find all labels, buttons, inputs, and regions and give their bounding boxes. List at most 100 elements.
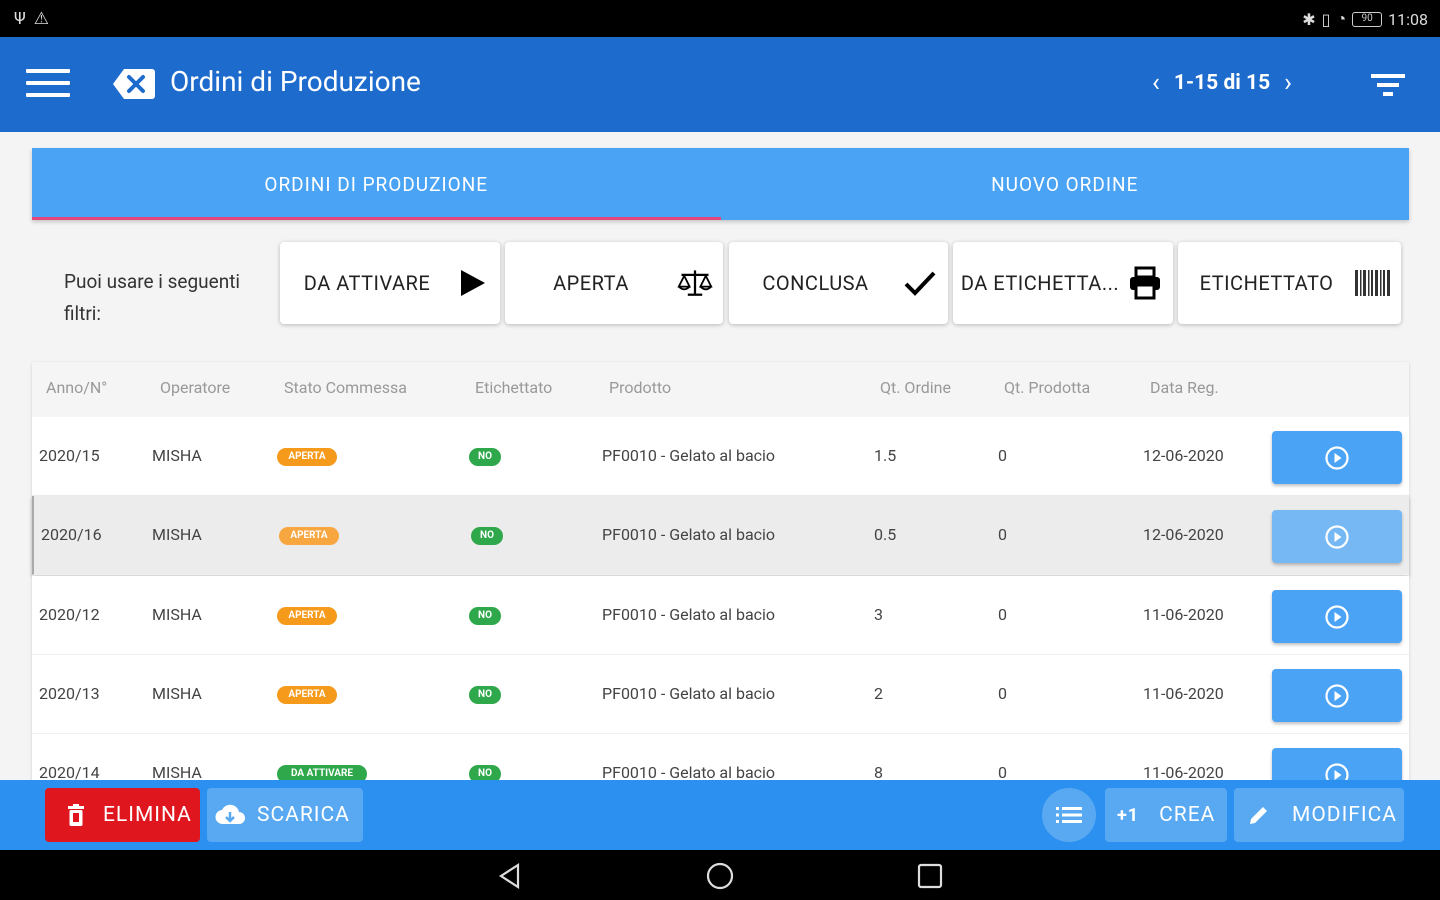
table-row[interactable]: 2020/16 MISHA APERTA NO PF0010 - Gelato … (32, 496, 1409, 575)
cell-data-reg: 12-06-2020 (1143, 525, 1224, 544)
cell-operatore: MISHA (152, 446, 202, 465)
tab-ordini-di-produzione[interactable]: ORDINI DI PRODUZIONE (32, 148, 721, 220)
check-icon (902, 265, 938, 301)
play-icon (454, 265, 490, 301)
filter-aperta-button[interactable]: APERTA (505, 242, 723, 324)
edit-label: MODIFICA (1292, 803, 1397, 827)
cell-prodotto: PF0010 - Gelato al bacio (602, 605, 776, 624)
cell-qt-prodotta: 0 (998, 446, 1007, 465)
start-order-button[interactable] (1272, 669, 1402, 722)
filter-da-etichettare-button[interactable]: DA ETICHETTA... (953, 242, 1173, 324)
cell-anno: 2020/13 (39, 684, 100, 703)
table-row[interactable]: 2020/14 MISHA DA ATTIVARE NO PF0010 - Ge… (32, 734, 1409, 780)
bluetooth-icon: ✱ (1302, 9, 1316, 29)
table-row[interactable]: 2020/12 MISHA APERTA NO PF0010 - Gelato … (32, 576, 1409, 655)
cell-anno: 2020/12 (39, 605, 100, 624)
play-circle-icon (1325, 683, 1349, 708)
column-header-operatore[interactable]: Operatore (160, 378, 230, 397)
content-area: ORDINI DI PRODUZIONE NUOVO ORDINE Puoi u… (0, 132, 1440, 780)
delete-button[interactable]: ELIMINA (45, 788, 200, 842)
cell-operatore: MISHA (152, 525, 202, 544)
cell-operatore: MISHA (152, 605, 202, 624)
home-icon[interactable] (706, 862, 734, 890)
pencil-icon (1244, 800, 1274, 830)
cell-prodotto: PF0010 - Gelato al bacio (602, 525, 776, 544)
cell-qt-ordine: 8 (874, 763, 883, 780)
table-header: Anno/N° Operatore Stato Commessa Etichet… (32, 362, 1409, 417)
page-title: Ordini di Produzione (170, 65, 421, 98)
status-badge: APERTA (277, 448, 337, 466)
label-badge: NO (469, 765, 501, 780)
cell-prodotto: PF0010 - Gelato al bacio (602, 763, 776, 780)
label-badge: NO (469, 607, 501, 625)
plus-one-icon: +1 (1117, 804, 1140, 826)
usb-icon: Ψ (14, 9, 26, 29)
delete-label: ELIMINA (103, 803, 192, 827)
action-bar: ELIMINA SCARICA +1 CREA MODIFICA (0, 780, 1440, 850)
cell-anno: 2020/16 (41, 525, 102, 544)
recents-icon[interactable] (916, 862, 944, 890)
filter-conclusa-button[interactable]: CONCLUSA (729, 242, 948, 324)
create-label: CREA (1159, 803, 1216, 827)
cell-anno: 2020/15 (39, 446, 100, 465)
play-circle-icon (1325, 762, 1349, 780)
list-view-button[interactable] (1042, 788, 1096, 842)
label-badge: NO (471, 527, 503, 545)
column-header-anno[interactable]: Anno/N° (46, 378, 107, 397)
chevron-right-icon[interactable]: › (1284, 70, 1292, 96)
pagination-label: 1-15 di 15 (1173, 71, 1271, 95)
start-order-button[interactable] (1272, 590, 1402, 643)
table-row[interactable]: 2020/15 MISHA APERTA NO PF0010 - Gelato … (32, 417, 1409, 496)
tab-nuovo-ordine[interactable]: NUOVO ORDINE (721, 148, 1410, 220)
filter-da-attivare-button[interactable]: DA ATTIVARE (280, 242, 500, 324)
start-order-button[interactable] (1272, 510, 1402, 563)
column-header-qt-ordine[interactable]: Qt. Ordine (880, 378, 951, 397)
balance-scale-icon (677, 265, 713, 301)
cell-data-reg: 11-06-2020 (1143, 605, 1224, 624)
filter-label: DA ATTIVARE (303, 271, 431, 295)
column-header-qt-prodotta[interactable]: Qt. Prodotta (1004, 378, 1090, 397)
cell-qt-prodotta: 0 (998, 763, 1007, 780)
cell-qt-ordine: 0.5 (874, 525, 897, 544)
battery-icon: 90 (1352, 11, 1383, 27)
menu-icon[interactable] (26, 69, 70, 99)
barcode-icon (1355, 265, 1391, 301)
cell-qt-ordine: 1.5 (874, 446, 897, 465)
chevron-left-icon[interactable]: ‹ (1152, 70, 1160, 96)
column-header-stato[interactable]: Stato Commessa (284, 378, 407, 397)
label-badge: NO (469, 448, 501, 466)
edit-button[interactable]: MODIFICA (1234, 788, 1404, 842)
column-header-prodotto[interactable]: Prodotto (609, 378, 671, 397)
download-button[interactable]: SCARICA (207, 788, 363, 842)
back-icon[interactable] (496, 862, 524, 890)
download-label: SCARICA (257, 803, 350, 827)
cell-anno: 2020/14 (39, 763, 100, 780)
status-badge: APERTA (277, 607, 337, 625)
cell-prodotto: PF0010 - Gelato al bacio (602, 446, 776, 465)
column-header-etichettato[interactable]: Etichettato (475, 378, 552, 397)
filter-intro-text: Puoi usare i seguenti filtri: (64, 270, 241, 325)
filter-etichettato-button[interactable]: ETICHETTATO (1178, 242, 1401, 324)
start-order-button[interactable] (1272, 431, 1402, 484)
status-badge: DA ATTIVARE (277, 765, 367, 780)
cell-qt-prodotta: 0 (998, 605, 1007, 624)
pagination: ‹ 1-15 di 15 › (1152, 70, 1292, 96)
status-time: 11:08 (1388, 9, 1428, 29)
cell-qt-prodotta: 0 (998, 525, 1007, 544)
tab-bar: ORDINI DI PRODUZIONE NUOVO ORDINE (32, 148, 1409, 220)
cell-data-reg: 11-06-2020 (1143, 684, 1224, 703)
cell-qt-ordine: 2 (874, 684, 883, 703)
cell-operatore: MISHA (152, 684, 202, 703)
filter-label: CONCLUSA (762, 271, 869, 295)
printer-icon (1127, 265, 1163, 301)
filter-icon[interactable] (1370, 71, 1406, 99)
vibrate-icon: ▯ (1321, 9, 1331, 29)
column-header-data-reg[interactable]: Data Reg. (1150, 378, 1219, 397)
table-row[interactable]: 2020/13 MISHA APERTA NO PF0010 - Gelato … (32, 655, 1409, 734)
start-order-button[interactable] (1272, 748, 1402, 780)
warning-icon: ⚠ (33, 9, 50, 29)
play-circle-icon (1325, 524, 1349, 549)
create-button[interactable]: +1 CREA (1105, 788, 1227, 842)
play-circle-icon (1325, 604, 1349, 629)
filter-label: APERTA (553, 271, 629, 295)
